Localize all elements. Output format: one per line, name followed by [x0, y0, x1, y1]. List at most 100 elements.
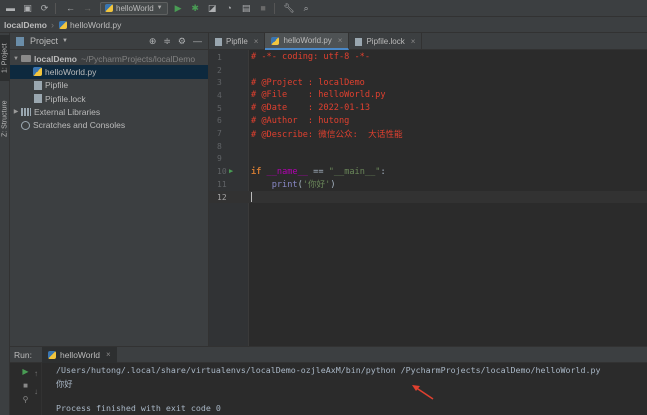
project-view-selector[interactable]: Project	[30, 36, 58, 46]
file-icon	[34, 94, 42, 104]
code-editor[interactable]: 1 # -*- coding: utf-8 -*- 2 3 # @Project…	[209, 50, 647, 346]
tree-item-pipfile[interactable]: Pipfile	[10, 79, 208, 92]
tree-item-path-hint: ~/PycharmProjects/localDemo	[81, 53, 196, 64]
line-number: 10 ▶	[209, 167, 249, 176]
gear-icon[interactable]: ⚙	[178, 36, 186, 47]
close-icon[interactable]: ×	[411, 37, 416, 46]
profile-icon[interactable]: ◔	[223, 2, 236, 15]
close-icon[interactable]: ×	[106, 350, 111, 359]
run-gutter-icon[interactable]: ▶	[229, 167, 233, 175]
wrench-icon[interactable]: 🔧︎	[283, 2, 296, 15]
line-number: 8	[217, 141, 222, 151]
tab-label: helloWorld.py	[283, 36, 332, 45]
project-tool-tab[interactable]: 1: Project	[0, 35, 10, 81]
line-number-text: 10	[217, 167, 227, 177]
tab-pipfile[interactable]: Pipfile ×	[209, 33, 266, 50]
line-number: 4	[217, 90, 222, 100]
tab-pipfile-lock[interactable]: Pipfile.lock ×	[349, 33, 423, 50]
tree-item-pipfile-lock[interactable]: Pipfile.lock	[10, 92, 208, 105]
run-tab-helloworld[interactable]: helloWorld ×	[41, 346, 117, 363]
line-number: 11	[217, 179, 227, 189]
close-icon[interactable]: ×	[338, 36, 343, 45]
python-file-icon	[47, 350, 56, 359]
expand-arrow-icon[interactable]: ▶	[12, 108, 20, 115]
line-number: 5	[217, 103, 222, 113]
code-line[interactable]: 8	[209, 140, 647, 153]
run-icon[interactable]: ▶	[172, 2, 185, 15]
tree-item-localdemo[interactable]: ▼ localDemo ~/PycharmProjects/localDemo	[10, 52, 208, 65]
breadcrumb-project[interactable]: localDemo	[4, 20, 47, 30]
console-line: /Users/hutong/.local/share/virtualenvs/l…	[56, 365, 601, 375]
code-line[interactable]: 5 # @Date : 2022-01-13	[209, 102, 647, 115]
search-icon[interactable]: ⌕	[300, 2, 313, 15]
code-line-current[interactable]: 12	[209, 190, 647, 204]
code-line[interactable]: 4 # @File : helloWorld.py	[209, 89, 647, 102]
pin-icon[interactable]: ⚲	[23, 395, 29, 404]
open-folder-icon[interactable]: ▬	[4, 2, 17, 15]
code-line[interactable]: 2	[209, 64, 647, 77]
run-label: Run:	[14, 349, 32, 360]
code-text: # @Author : hutong	[251, 115, 350, 126]
code-line[interactable]: 9	[209, 153, 647, 166]
code-line[interactable]: 7 # @Describe: 微信公众: 大话性能	[209, 127, 647, 140]
debug-icon[interactable]: ✱	[189, 2, 202, 15]
stop-icon[interactable]: ■	[23, 381, 28, 390]
file-icon	[34, 80, 42, 90]
string-nihao: '你好'	[302, 180, 331, 191]
code-line[interactable]: 3 # @Project : localDemo	[209, 76, 647, 89]
line-number: 12	[217, 192, 227, 202]
breadcrumb: localDemo › helloWorld.py	[0, 17, 647, 33]
collapse-all-icon[interactable]: ≑	[163, 36, 171, 47]
code-line[interactable]: 6 # @Author : hutong	[209, 115, 647, 128]
tab-label: Pipfile.lock	[366, 37, 405, 46]
tree-item-external-libraries[interactable]: ▶ External Libraries	[10, 105, 208, 118]
rerun-icon[interactable]: ▶	[22, 367, 28, 376]
line-number: 7	[217, 129, 222, 139]
expand-arrow-icon[interactable]: ▼	[12, 56, 20, 62]
save-icon[interactable]: ▣	[21, 2, 34, 15]
tree-item-label: Scratches and Consoles	[33, 120, 126, 131]
code-text: print('你好')	[249, 178, 336, 190]
coverage-icon[interactable]: ◪	[206, 2, 219, 15]
tab-label: Pipfile	[226, 37, 248, 46]
toolbar-divider	[55, 2, 56, 14]
console-output[interactable]: /Users/hutong/.local/share/virtualenvs/l…	[56, 365, 600, 415]
folder-icon	[21, 55, 31, 63]
toolbar-divider	[273, 2, 275, 14]
main-toolbar: ▬ ▣ ⟳ ← → helloWorld ▼ ▶ ✱ ◪ ◔ ▤ ■ 🔧︎ ⌕	[0, 0, 647, 17]
python-file-icon	[271, 36, 280, 45]
close-icon[interactable]: ×	[254, 37, 259, 46]
tree-item-scratches[interactable]: Scratches and Consoles	[10, 118, 208, 131]
line-number: 1	[217, 52, 222, 62]
scroll-up-icon[interactable]: ↑	[34, 369, 38, 378]
run-configuration-dropdown[interactable]: helloWorld ▼	[100, 1, 168, 15]
file-icon	[215, 37, 222, 46]
string-main: "__main__"	[328, 166, 381, 177]
chevron-down-icon[interactable]: ▼	[62, 38, 68, 44]
console-line: Process finished with exit code 0	[56, 402, 221, 413]
keyword-if: if	[251, 166, 262, 177]
project-view-icon	[16, 36, 24, 46]
code-line[interactable]: 1 # -*- coding: utf-8 -*-	[209, 51, 647, 64]
scroll-down-icon[interactable]: ↓	[34, 387, 38, 396]
sync-icon[interactable]: ⟳	[38, 2, 51, 15]
concurrency-icon[interactable]: ▤	[240, 2, 253, 15]
forward-arrow-icon[interactable]: →	[81, 2, 94, 15]
code-line[interactable]: 10 ▶ if __name__ == "__main__":	[209, 165, 647, 178]
tab-helloworld-py[interactable]: helloWorld.py ×	[265, 33, 350, 50]
tree-item-helloworld-py[interactable]: helloWorld.py	[10, 65, 208, 79]
console-line: 你好	[56, 378, 73, 389]
file-icon	[355, 37, 363, 46]
code-line[interactable]: 11 print('你好')	[209, 178, 647, 191]
stop-icon[interactable]: ■	[257, 2, 270, 15]
minimize-icon[interactable]: —	[193, 36, 202, 47]
locate-file-icon[interactable]: ⊕	[149, 36, 157, 47]
line-number: 9	[217, 154, 222, 164]
editor-tabs: Pipfile × helloWorld.py × Pipfile.lock ×	[209, 33, 647, 50]
run-panel-header: Run: helloWorld ×	[10, 346, 647, 363]
project-panel: Project ▼ ⊕ ≑ ⚙ — ▼ localDemo ~/PycharmP…	[10, 33, 209, 346]
structure-tool-tab[interactable]: Z: Structure	[0, 91, 10, 147]
back-arrow-icon[interactable]: ←	[64, 2, 77, 15]
breadcrumb-file[interactable]: helloWorld.py	[70, 20, 121, 30]
annotation-arrow-icon	[412, 385, 434, 400]
